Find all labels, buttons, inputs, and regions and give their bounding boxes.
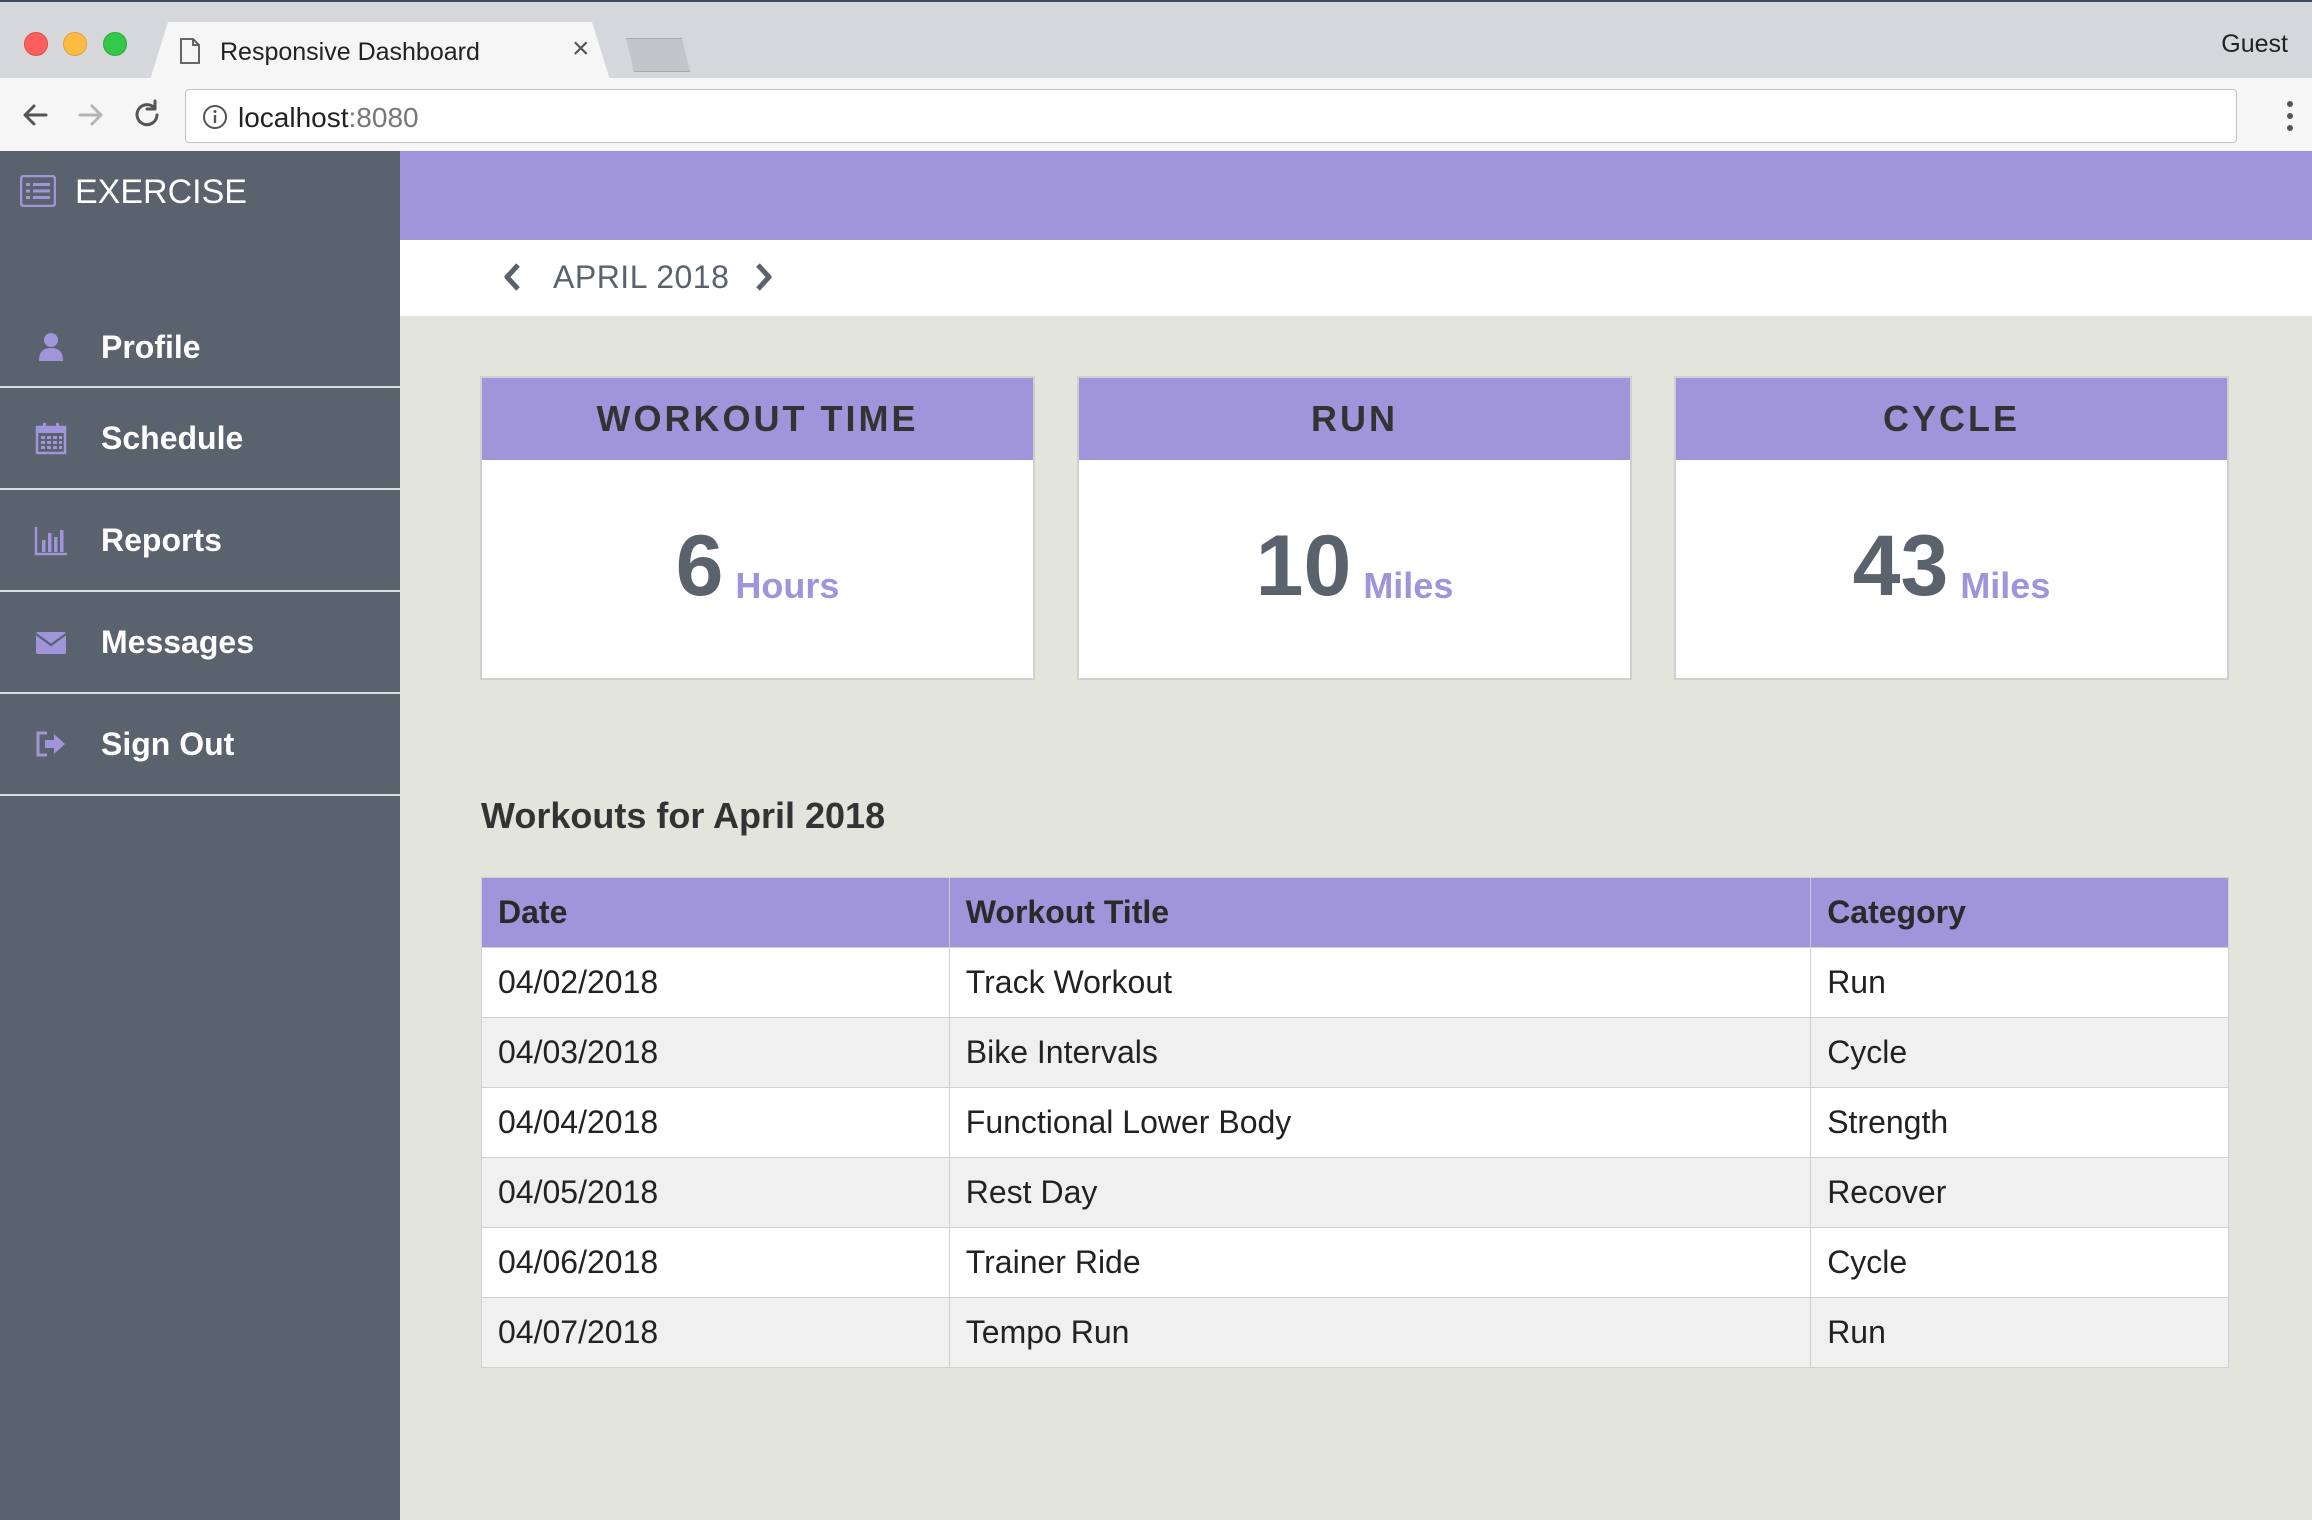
cell-category: Run — [1810, 947, 2229, 1018]
reload-icon[interactable] — [130, 98, 164, 132]
chevron-right-icon[interactable] — [752, 260, 776, 294]
cell-workout-title: Functional Lower Body — [948, 1087, 1812, 1158]
table-row[interactable]: 04/05/2018 Rest Day Recover — [481, 1157, 2229, 1228]
sidebar-item-label: Profile — [101, 328, 201, 365]
stat-card-title: WORKOUT TIME — [482, 378, 1033, 460]
chevron-left-icon[interactable] — [500, 260, 524, 294]
stat-card-run: RUN 10 Miles — [1077, 376, 1632, 680]
sidebar-item-label: Sign Out — [101, 725, 235, 762]
month-label: APRIL 2018 — [553, 259, 730, 295]
cell-category: Strength — [1810, 1087, 2229, 1158]
table-header-row: Date Workout Title Category — [481, 877, 2229, 948]
cell-category: Recover — [1810, 1157, 2229, 1228]
stat-unit: Hours — [735, 565, 840, 606]
sidebar-nav: Profile Schedule Reports Messages Sign O… — [0, 329, 400, 796]
sidebar-item-messages[interactable]: Messages — [0, 592, 400, 694]
cell-category: Run — [1810, 1297, 2229, 1368]
url-port: :8080 — [348, 102, 419, 133]
cell-date: 04/04/2018 — [481, 1087, 950, 1158]
cell-workout-title: Tempo Run — [948, 1297, 1812, 1368]
list-icon — [20, 175, 56, 207]
user-icon — [39, 333, 63, 361]
back-arrow-icon[interactable] — [18, 98, 52, 132]
sign-out-icon — [36, 731, 65, 757]
sidebar-item-label: Schedule — [101, 419, 244, 456]
browser-menu-icon[interactable] — [2284, 96, 2296, 136]
sidebar-item-sign-out[interactable]: Sign Out — [0, 694, 400, 796]
column-header-date[interactable]: Date — [481, 877, 950, 948]
forward-arrow-icon[interactable] — [74, 98, 108, 132]
workouts-title: Workouts for April 2018 — [481, 795, 886, 836]
bar-chart-icon — [34, 527, 67, 556]
sidebar: EXERCISE Profile Schedule Reports Messag… — [0, 151, 400, 1520]
tab-strip: Responsive Dashboard × Guest — [0, 2, 2312, 80]
profile-label[interactable]: Guest — [2221, 30, 2288, 59]
stat-value: 43 — [1852, 518, 1949, 614]
envelope-icon — [35, 632, 67, 654]
tab-title: Responsive Dashboard — [220, 38, 480, 66]
cell-date: 04/03/2018 — [481, 1017, 950, 1088]
cell-date: 04/05/2018 — [481, 1157, 950, 1228]
month-navigator: APRIL 2018 — [400, 240, 2312, 316]
browser-tab-active[interactable]: Responsive Dashboard × — [150, 22, 610, 80]
cell-date: 04/02/2018 — [481, 947, 950, 1018]
stat-value: 10 — [1255, 518, 1352, 614]
stat-card-cycle: CYCLE 43 Miles — [1674, 376, 2229, 680]
sidebar-item-profile[interactable]: Profile — [0, 308, 400, 388]
info-icon[interactable] — [202, 104, 228, 130]
stat-unit: Miles — [1363, 565, 1454, 606]
url-text[interactable]: localhost:8080 — [238, 102, 419, 134]
tab-close-icon[interactable]: × — [572, 34, 590, 64]
table-row[interactable]: 04/02/2018 Track Workout Run — [481, 947, 2229, 1018]
stat-value: 6 — [675, 518, 724, 614]
sidebar-item-schedule[interactable]: Schedule — [0, 388, 400, 490]
cell-date: 04/07/2018 — [481, 1297, 950, 1368]
table-row[interactable]: 04/06/2018 Trainer Ride Cycle — [481, 1227, 2229, 1298]
sidebar-item-reports[interactable]: Reports — [0, 490, 400, 592]
workouts-table: Date Workout Title Category 04/02/2018 T… — [481, 877, 2229, 1368]
column-header-category[interactable]: Category — [1810, 877, 2229, 948]
table-row[interactable]: 04/03/2018 Bike Intervals Cycle — [481, 1017, 2229, 1088]
cell-workout-title: Bike Intervals — [948, 1017, 1812, 1088]
header-banner — [400, 151, 2312, 240]
cell-workout-title: Track Workout — [948, 947, 1812, 1018]
brand-label: EXERCISE — [75, 173, 247, 211]
cell-category: Cycle — [1810, 1227, 2229, 1298]
window-close-button[interactable] — [24, 32, 48, 56]
table-row[interactable]: 04/07/2018 Tempo Run Run — [481, 1297, 2229, 1368]
table-row[interactable]: 04/04/2018 Functional Lower Body Strengt… — [481, 1087, 2229, 1158]
window-maximize-button[interactable] — [103, 32, 127, 56]
browser-toolbar: localhost:8080 — [0, 78, 2312, 153]
stat-card-title: RUN — [1079, 378, 1630, 460]
sidebar-item-label: Messages — [101, 623, 254, 660]
stat-card-title: CYCLE — [1676, 378, 2227, 460]
sidebar-item-label: Reports — [101, 521, 222, 558]
document-icon — [180, 38, 200, 64]
stat-unit: Miles — [1960, 565, 2051, 606]
cell-workout-title: Trainer Ride — [948, 1227, 1812, 1298]
cell-date: 04/06/2018 — [481, 1227, 950, 1298]
stat-card-workout-time: WORKOUT TIME 6 Hours — [480, 376, 1035, 680]
address-bar[interactable]: localhost:8080 — [185, 89, 2237, 143]
new-tab-button[interactable] — [620, 38, 690, 72]
calendar-icon — [35, 423, 67, 455]
column-header-workout-title[interactable]: Workout Title — [948, 877, 1812, 948]
browser-chrome: Responsive Dashboard × Guest localhost:8… — [0, 0, 2312, 153]
url-host: localhost — [238, 102, 349, 133]
cell-category: Cycle — [1810, 1017, 2229, 1088]
cell-workout-title: Rest Day — [948, 1157, 1812, 1228]
window-minimize-button[interactable] — [63, 32, 87, 56]
